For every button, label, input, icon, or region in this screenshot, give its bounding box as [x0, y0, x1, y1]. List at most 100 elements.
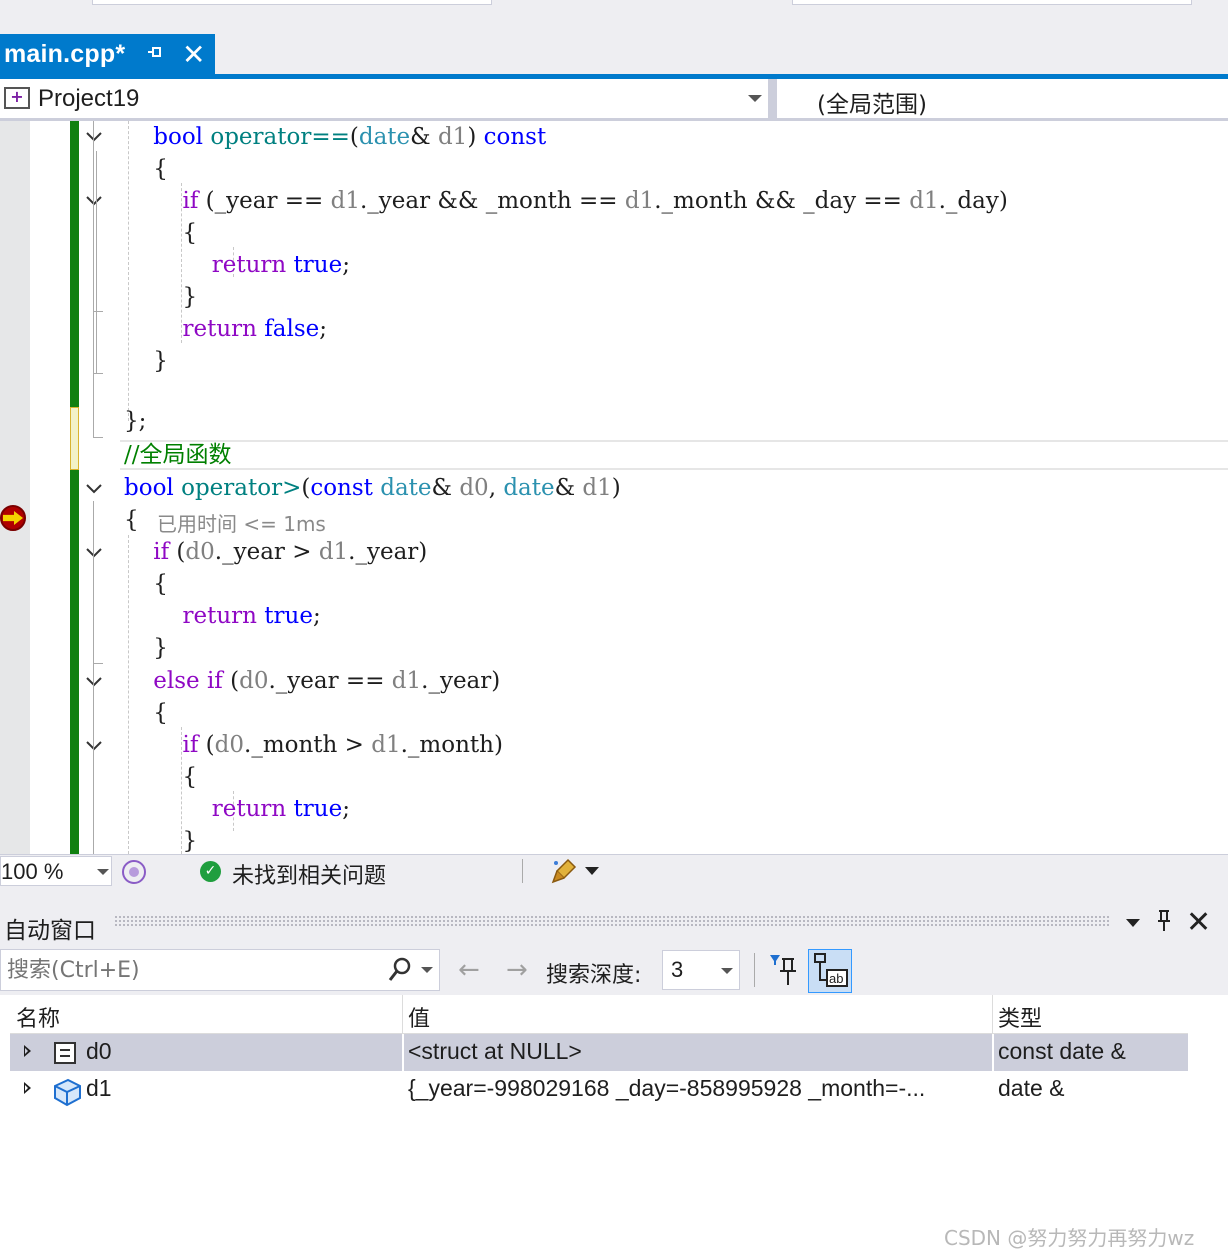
variable-value[interactable]: <struct at NULL>: [408, 1038, 988, 1065]
chevron-down-icon[interactable]: [585, 867, 599, 875]
autos-title: 自动窗口: [4, 918, 96, 944]
code-token: return: [211, 796, 287, 822]
pin-icon[interactable]: [1156, 909, 1172, 939]
close-icon[interactable]: ✕: [1186, 905, 1211, 940]
code-line[interactable]: {: [124, 504, 139, 536]
code-token: if: [206, 668, 223, 694]
code-token: }: [124, 348, 168, 374]
code-line[interactable]: {: [124, 153, 168, 185]
code-line[interactable]: if (_year == d1._year && _month == d1._m…: [124, 185, 1008, 217]
glyph-margin[interactable]: [0, 121, 30, 854]
chevron-down-icon[interactable]: [97, 869, 109, 875]
code-line[interactable]: if (d0._year > d1._year): [124, 536, 427, 568]
arrow-right-icon[interactable]: →: [506, 955, 528, 985]
search-box[interactable]: [0, 949, 440, 991]
top-combo-left[interactable]: [92, 0, 492, 5]
code-token: const: [310, 475, 373, 501]
code-line[interactable]: return true;: [124, 600, 321, 632]
code-token: operator>: [181, 475, 302, 501]
autos-window: 自动窗口 ✕ ← → 搜索深度: 3 ab 名称: [0, 903, 1228, 1254]
top-combo-right[interactable]: [792, 0, 1192, 5]
collapse-chevron-icon[interactable]: [84, 479, 104, 499]
intellicode-icon[interactable]: [122, 860, 146, 884]
column-header-name[interactable]: 名称: [16, 995, 60, 1033]
collapse-chevron-icon[interactable]: [84, 736, 104, 756]
search-icon[interactable]: [387, 956, 413, 984]
zoom-dropdown[interactable]: 100 %: [0, 856, 112, 886]
code-line[interactable]: return false;: [124, 313, 328, 345]
panel-splitter[interactable]: [0, 887, 1228, 903]
outline-line: [93, 501, 94, 854]
code-token: }: [124, 635, 168, 661]
code-line[interactable]: if (d0._month > d1._month): [124, 729, 503, 761]
code-token: d0: [185, 539, 215, 565]
code-token: true: [293, 796, 343, 822]
code-line[interactable]: return true;: [124, 249, 350, 281]
close-icon[interactable]: ✕: [182, 38, 205, 71]
project-icon: +: [4, 87, 30, 109]
expand-triangle-icon[interactable]: [24, 1082, 31, 1094]
collapse-chevron-icon[interactable]: [84, 672, 104, 692]
code-token: {: [124, 764, 198, 790]
chevron-down-icon[interactable]: [721, 968, 733, 974]
autos-title-bar[interactable]: 自动窗口 ✕: [0, 903, 1228, 945]
column-divider[interactable]: [402, 995, 403, 1033]
code-line[interactable]: return true;: [124, 793, 350, 825]
issues-status[interactable]: 未找到相关问题: [232, 858, 386, 890]
column-divider[interactable]: [992, 995, 993, 1033]
code-token: &: [431, 475, 460, 501]
code-cleanup-brush-icon[interactable]: [550, 857, 578, 891]
code-token: d1: [582, 475, 612, 501]
arrow-left-icon[interactable]: ←: [458, 955, 480, 985]
collapse-chevron-icon[interactable]: [84, 127, 104, 147]
code-line[interactable]: }: [124, 345, 168, 377]
drag-grip[interactable]: [114, 915, 1110, 927]
unsaved-change-marker: [70, 407, 79, 470]
code-line[interactable]: {: [124, 761, 197, 793]
project-dropdown[interactable]: + Project19: [0, 79, 768, 118]
code-line[interactable]: };: [124, 405, 146, 437]
code-line[interactable]: //全局函数: [124, 439, 232, 471]
column-header-type[interactable]: 类型: [998, 995, 1042, 1033]
perf-tip[interactable]: 已用时间 <= 1ms: [157, 508, 326, 537]
code-token: false: [264, 316, 320, 342]
code-line[interactable]: {: [124, 697, 168, 729]
expand-triangle-icon[interactable]: [24, 1045, 31, 1057]
code-line[interactable]: {: [124, 217, 197, 249]
window-menu-chevron-icon[interactable]: [1126, 919, 1140, 927]
breakpoint-current-statement-icon[interactable]: [0, 505, 26, 531]
code-token: ._month >: [244, 732, 372, 758]
code-line[interactable]: bool operator>(const date& d0, date& d1): [124, 472, 621, 504]
search-input[interactable]: [7, 956, 367, 984]
filter-pinned-icon[interactable]: [768, 951, 802, 989]
collapse-chevron-icon[interactable]: [84, 191, 104, 211]
code-line[interactable]: }: [124, 825, 197, 854]
pin-icon[interactable]: [146, 42, 164, 66]
code-editor[interactable]: bool operator==(date& d1) const { if (_y…: [0, 121, 1228, 854]
table-row[interactable]: d0 <struct at NULL> const date &: [10, 1034, 1188, 1071]
depth-dropdown[interactable]: 3: [662, 950, 740, 990]
code-token: d1: [330, 188, 360, 214]
code-token: (: [222, 668, 240, 694]
code-line[interactable]: {: [124, 568, 168, 600]
chevron-down-icon[interactable]: [748, 95, 762, 102]
variable-value[interactable]: {_year=-998029168 _day=-858995928 _month…: [408, 1075, 988, 1102]
column-header-value[interactable]: 值: [408, 995, 430, 1033]
code-token: &: [410, 124, 438, 150]
code-line[interactable]: bool operator==(date& d1) const: [124, 121, 546, 153]
tab-main-cpp[interactable]: main.cpp* ✕: [0, 34, 215, 74]
collapse-chevron-icon[interactable]: [84, 543, 104, 563]
code-token: ,: [488, 475, 504, 501]
scope-dropdown[interactable]: (全局范围): [817, 85, 927, 119]
view-hex-toggle-icon[interactable]: ab: [808, 949, 852, 993]
chevron-down-icon[interactable]: [421, 967, 433, 973]
code-line[interactable]: else if (d0._year == d1._year): [124, 665, 500, 697]
table-row[interactable]: d1 {_year=-998029168 _day=-858995928 _mo…: [10, 1071, 1188, 1108]
code-line[interactable]: }: [124, 281, 197, 313]
code-line[interactable]: }: [124, 632, 168, 664]
autos-grid: 名称 值 类型 d0 <struct at NULL> const date &…: [0, 995, 1228, 1254]
cell-divider: [402, 1034, 404, 1071]
